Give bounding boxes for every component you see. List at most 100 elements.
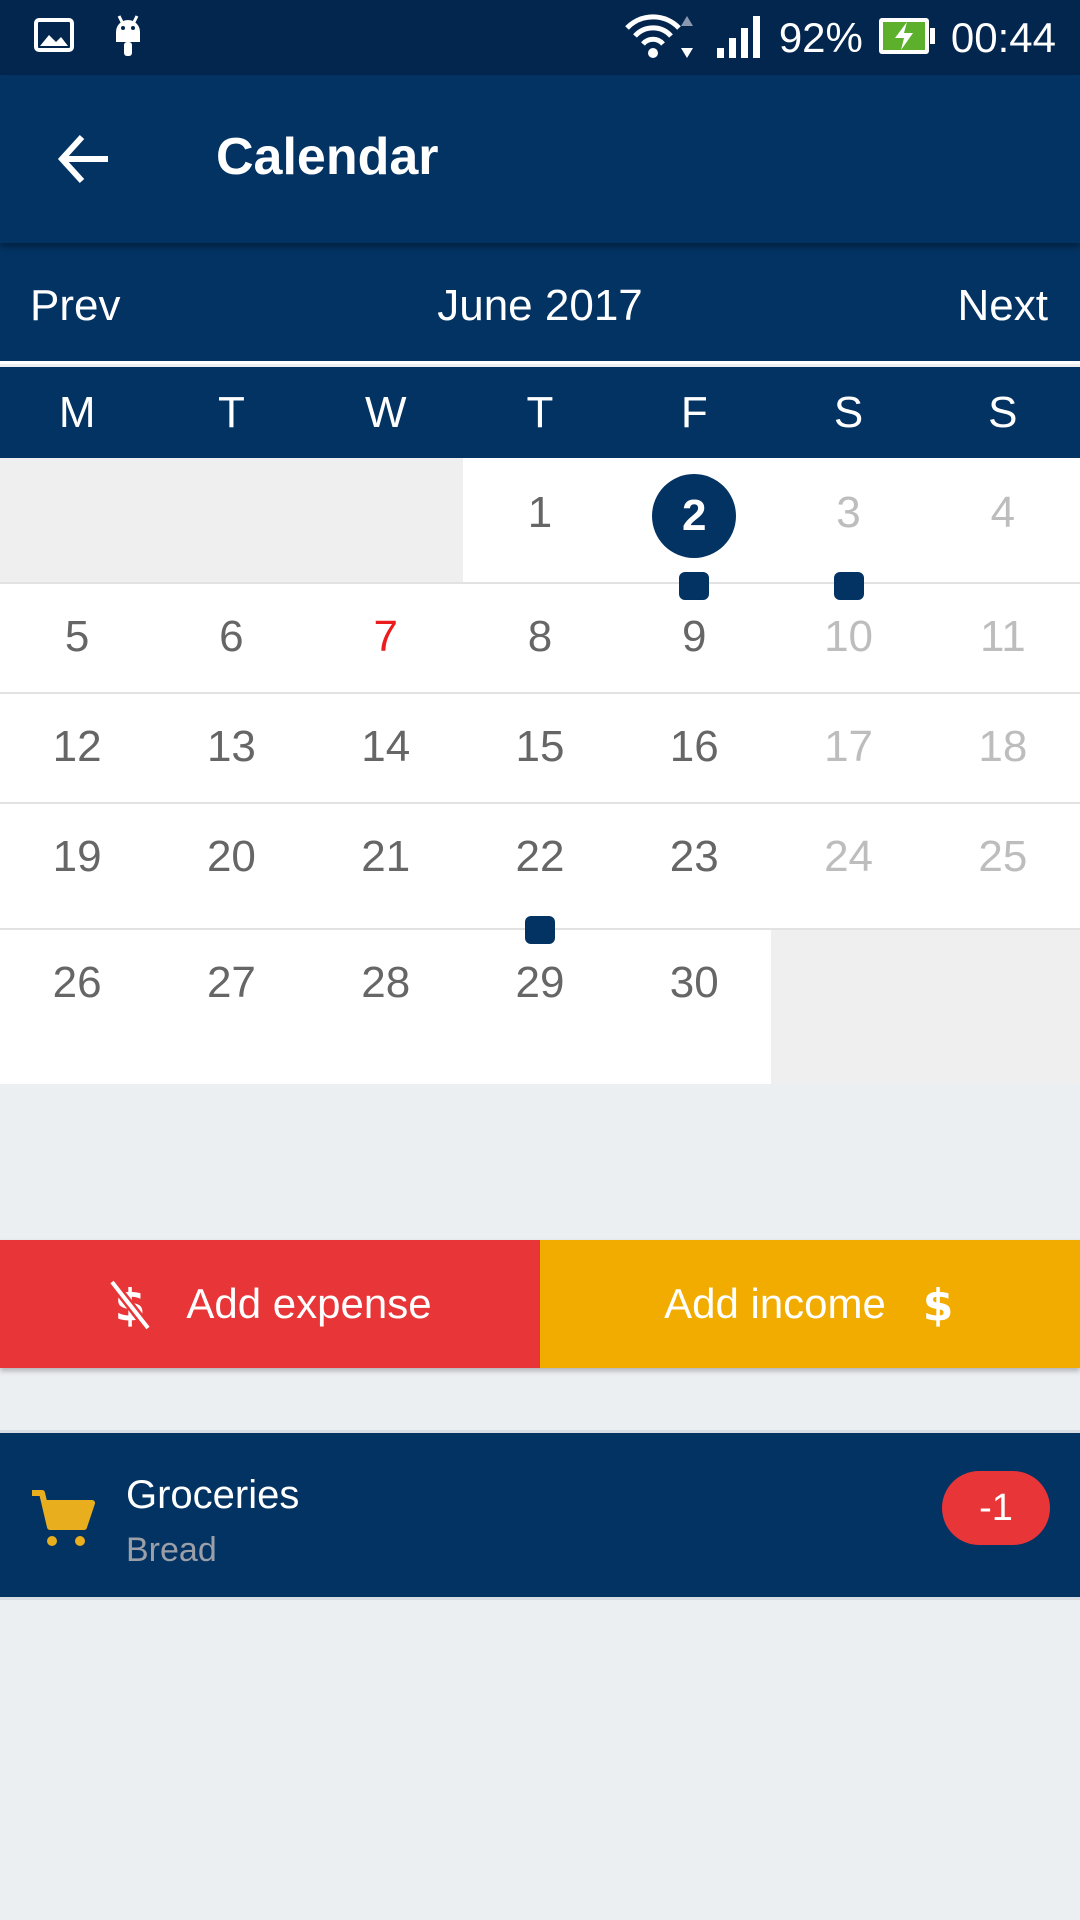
day-number: 9 [682,612,707,661]
calendar-day[interactable]: 16 [617,694,771,802]
day-number: 21 [361,832,411,881]
android-icon [110,12,146,63]
calendar-day[interactable]: 14 [309,694,463,802]
calendar-week-row: 5 6 7 8 9 10 11 [0,584,1080,694]
calendar-day[interactable]: 13 [154,694,308,802]
calendar-day[interactable]: 8 [463,584,617,692]
calendar-day[interactable]: 9 [617,584,771,692]
day-number: 13 [206,722,256,771]
calendar-grid: 1 2 3 4 5 6 7 8 9 10 11 12 13 14 15 16 17 18 19 20 21 22 23 24 2… [0,458,1080,1084]
day-number: 26 [52,958,102,1007]
day-number: 16 [669,722,719,771]
calendar-day[interactable]: 24 [771,804,925,928]
day-number: 17 [824,722,874,771]
calendar-day[interactable]: 23 [617,804,771,928]
calendar-day[interactable]: 4 [926,458,1080,582]
weekday-label: T [526,388,554,437]
calendar-day[interactable]: 20 [154,804,308,928]
calendar-day[interactable]: 11 [926,584,1080,692]
calendar-day[interactable]: 15 [463,694,617,802]
calendar-empty-cell [771,930,926,1084]
status-bar-left [34,14,146,60]
calendar-day[interactable]: 27 [154,930,308,1084]
day-number: 6 [219,612,244,661]
day-number: 7 [373,612,398,661]
calendar-day[interactable]: 10 [771,584,925,692]
calendar-day[interactable]: 17 [771,694,925,802]
weekday-label: M [58,388,96,437]
weekday-label: S [833,388,864,437]
month-navigation: June 2017 Prev Next [0,243,1080,364]
calendar-day[interactable]: 21 [309,804,463,928]
day-number: 23 [669,832,719,881]
month-label: June 2017 [437,281,643,330]
dollar-icon: $ [923,1280,954,1331]
weekday-header: M T W T F S S [0,367,1080,458]
calendar-day[interactable]: 7 [309,584,463,692]
calendar-day[interactable]: 25 [926,804,1080,928]
day-number: 29 [515,958,565,1007]
calendar-empty-cell [308,458,463,582]
day-number: 19 [52,832,102,881]
day-number: 3 [836,488,861,537]
battery-percent: 92% [778,14,863,61]
prev-month-button[interactable]: Prev [30,281,120,331]
calendar-day[interactable]: 28 [309,930,463,1084]
transaction-note: Bread [126,1531,217,1569]
image-icon [34,17,74,57]
back-button[interactable] [54,129,114,189]
calendar-day[interactable]: 22 [463,804,617,944]
day-number: 8 [527,612,553,661]
day-number: 27 [206,958,256,1007]
calendar-day[interactable]: 12 [0,694,154,802]
day-number: 4 [990,488,1016,537]
shopping-cart-icon [32,1490,95,1546]
calendar-day[interactable]: 3 [771,458,925,600]
calendar-week-row: 26 27 28 29 30 [0,930,1080,1084]
calendar-week-row: 12 13 14 15 16 17 18 [0,694,1080,804]
calendar-day[interactable]: 1 [463,458,617,582]
day-number: 18 [978,722,1028,771]
action-bar: $ Add expense Add income $ [0,1240,1080,1368]
add-expense-label: Add expense [186,1280,432,1327]
weekday-label: F [680,388,708,437]
calendar-day[interactable]: 6 [154,584,308,692]
day-number: 1 [527,488,553,537]
day-number: 30 [669,958,719,1007]
calendar-day[interactable]: 26 [0,930,154,1084]
calendar-day[interactable]: 5 [0,584,154,692]
calendar-day[interactable]: 30 [617,930,771,1084]
calendar-day[interactable]: 18 [926,694,1080,802]
day-number: 20 [206,832,256,881]
page-title: Calendar [216,128,439,186]
day-number: 22 [515,832,565,881]
calendar-empty-cell [154,458,309,582]
next-month-button[interactable]: Next [958,281,1048,331]
add-expense-button[interactable]: $ Add expense [0,1240,540,1368]
calendar-day[interactable]: 2 [617,458,771,600]
signal-icon [715,14,765,63]
app-bar: Calendar [0,75,1080,243]
add-income-button[interactable]: Add income $ [540,1240,1080,1368]
clock: 00:44 [950,14,1056,61]
calendar-day[interactable]: 29 [463,930,617,1084]
transaction-item[interactable]: Groceries Bread -1 [0,1430,1080,1600]
day-number: 5 [64,612,90,661]
calendar-day[interactable]: 19 [0,804,154,928]
calendar-week-row: 1 2 3 4 [0,458,1080,600]
day-number: 2 [652,474,737,558]
day-number: 14 [361,722,411,771]
day-number: 15 [515,722,565,771]
day-number: 28 [361,958,411,1007]
day-number: 24 [824,832,874,881]
calendar-empty-cell [925,930,1080,1084]
status-bar: 92% 00:44 [0,0,1080,75]
arrow-back-icon [57,134,108,184]
transaction-amount-badge: -1 [942,1471,1050,1545]
day-number: 10 [824,612,874,661]
calendar-week-row: 19 20 21 22 23 24 25 [0,804,1080,944]
day-number: 25 [978,832,1028,881]
day-number: 12 [52,722,102,771]
transaction-category: Groceries [126,1473,300,1517]
status-bar-right: 92% 00:44 [623,12,1056,64]
